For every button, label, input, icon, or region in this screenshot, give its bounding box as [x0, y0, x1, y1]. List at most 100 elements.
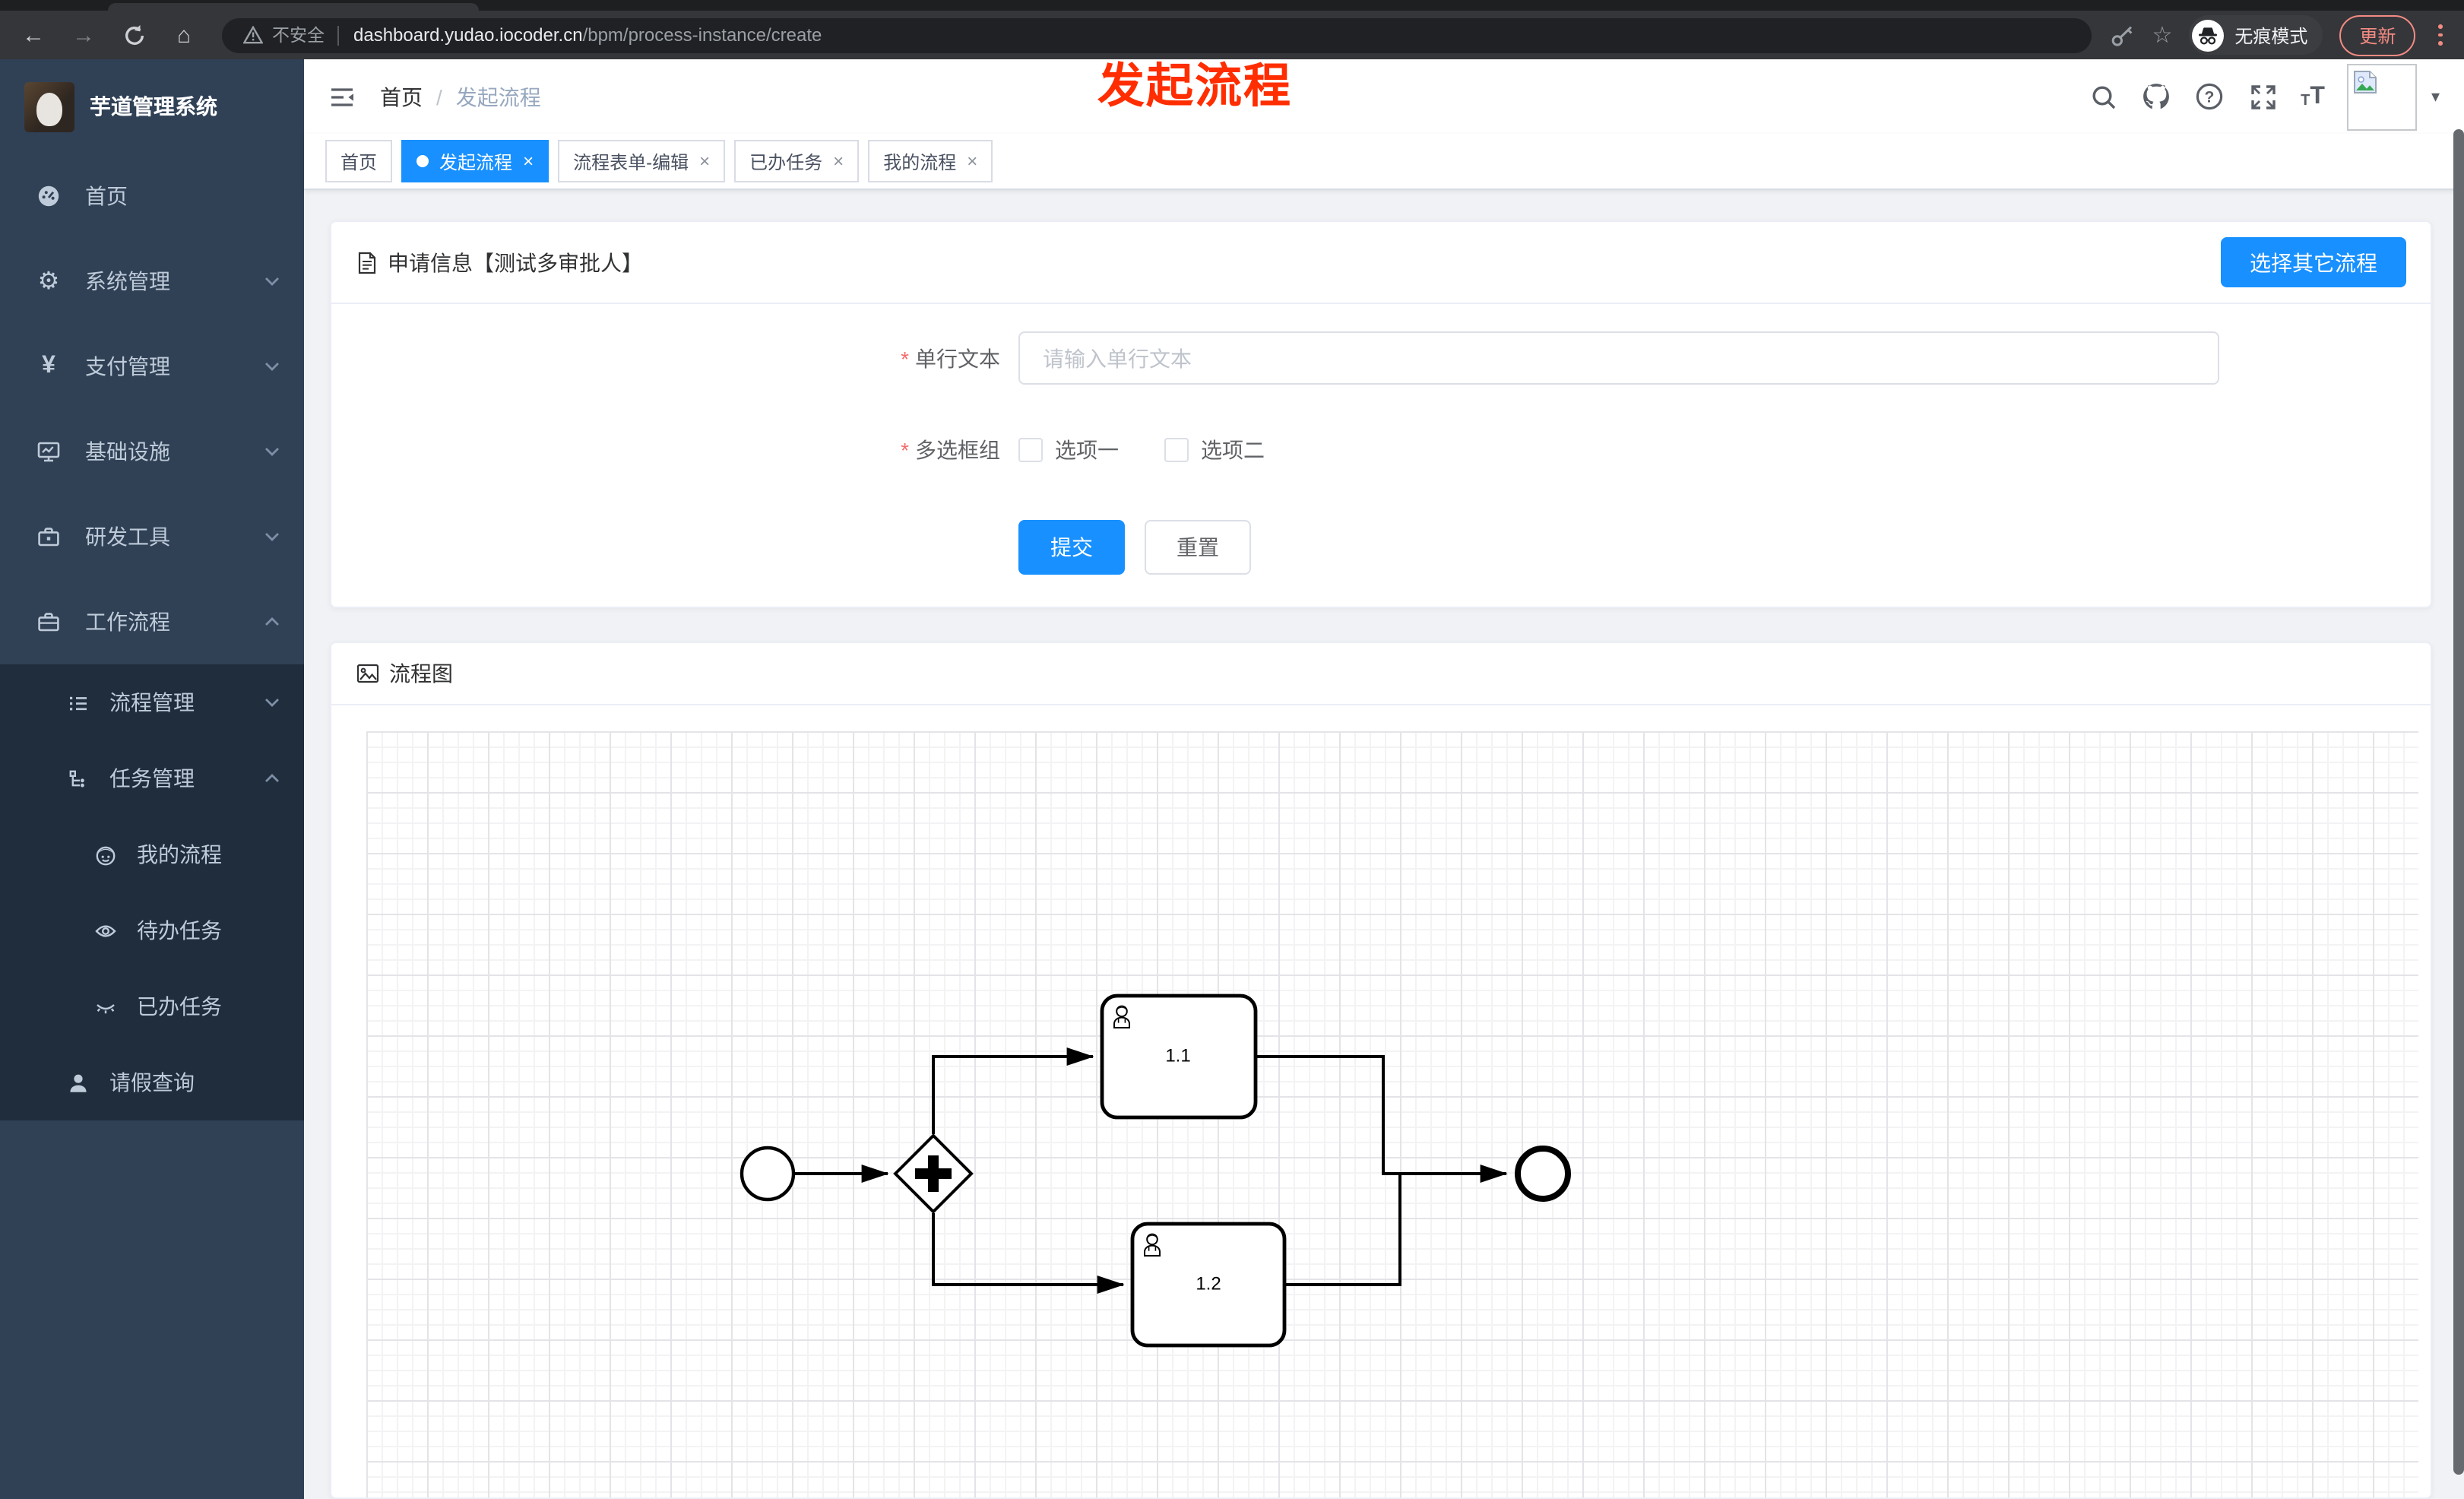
sidebar-item-label: 支付管理 [85, 354, 170, 379]
sidebar-item-label: 请假查询 [109, 1070, 195, 1095]
chevron-down-icon [264, 277, 280, 286]
parallel-gateway[interactable] [893, 1133, 974, 1214]
checkbox-group: 选项一 选项二 [1018, 435, 1265, 465]
search-icon[interactable] [2088, 81, 2118, 112]
caret-down-icon[interactable]: ▾ [2431, 87, 2440, 106]
sidebar-item-label: 任务管理 [109, 766, 195, 791]
sidebar-item-my-process[interactable]: 我的流程 [0, 816, 304, 892]
reload-icon[interactable] [116, 17, 152, 53]
close-icon[interactable]: × [523, 151, 534, 172]
help-icon[interactable]: ? [2194, 81, 2225, 112]
browser-menu-icon[interactable] [2432, 24, 2449, 46]
tags-view: 首页 发起流程 × 流程表单-编辑 × 已办任务 × 我的流程 × [304, 134, 2464, 190]
select-other-process-button[interactable]: 选择其它流程 [2221, 237, 2406, 287]
close-icon[interactable]: × [967, 151, 977, 172]
dashboard-icon [30, 184, 67, 208]
end-event[interactable] [1515, 1146, 1571, 1202]
sidebar-item-payment[interactable]: ¥ 支付管理 [0, 324, 304, 409]
sidebar-item-leave-query[interactable]: 请假查询 [0, 1044, 304, 1120]
chevron-down-icon [264, 447, 280, 456]
workflow-submenu: 流程管理 任务管理 我的流程 待办任务 已办任务 请假查询 [0, 664, 304, 1120]
flow-gateway-to-task1 [932, 1047, 1094, 1134]
checkbox-icon[interactable] [1164, 438, 1189, 462]
url-separator [337, 25, 338, 45]
sidebar-item-task-mgmt[interactable]: 任务管理 [0, 740, 304, 816]
face-icon [88, 843, 122, 866]
tab-home[interactable]: 首页 [325, 140, 393, 182]
browser-tab[interactable] [108, 3, 479, 11]
breadcrumb-home[interactable]: 首页 [380, 81, 423, 112]
app-title: 芋道管理系统 [90, 94, 217, 119]
field-label: * 多选框组 [901, 438, 1000, 462]
svg-text:?: ? [2205, 89, 2215, 106]
flow-task1-to-end [1256, 1055, 1508, 1183]
close-icon[interactable]: × [699, 151, 710, 172]
user-task-1-1[interactable]: 1.1 [1100, 994, 1258, 1120]
card-title: 流程图 [389, 661, 453, 686]
flow-gateway-to-task2 [932, 1213, 1125, 1294]
reset-button[interactable]: 重置 [1145, 520, 1251, 575]
tab-start-process[interactable]: 发起流程 × [401, 140, 549, 182]
sidebar-item-done-tasks[interactable]: 已办任务 [0, 968, 304, 1044]
sidebar-item-label: 研发工具 [85, 524, 170, 549]
sidebar-item-home[interactable]: 首页 [0, 154, 304, 239]
submit-button[interactable]: 提交 [1018, 520, 1125, 575]
chevron-up-icon [264, 617, 280, 626]
github-icon[interactable] [2141, 81, 2171, 112]
sidebar-logo[interactable]: 芋道管理系统 [0, 59, 304, 154]
sidebar-collapse-icon[interactable] [328, 83, 356, 110]
checkbox-option-2[interactable]: 选项二 [1164, 435, 1265, 465]
app-header: 首页 / 发起流程 ? T T ▾ [304, 59, 2464, 134]
sidebar-item-label: 首页 [85, 184, 128, 208]
list-tree-icon [61, 691, 94, 714]
start-event[interactable] [740, 1146, 796, 1202]
forward-icon[interactable]: → [65, 17, 102, 53]
key-icon[interactable] [2109, 22, 2135, 48]
fullscreen-icon[interactable] [2247, 81, 2278, 112]
security-label: 不安全 [272, 27, 325, 46]
sidebar-item-label: 待办任务 [137, 918, 222, 943]
close-icon[interactable]: × [833, 151, 844, 172]
single-line-text-input[interactable] [1018, 331, 2219, 385]
bookmark-star-icon[interactable]: ☆ [2152, 24, 2172, 46]
sidebar-item-infra[interactable]: 基础设施 [0, 409, 304, 494]
required-asterisk: * [901, 346, 909, 370]
sidebar-item-process-mgmt[interactable]: 流程管理 [0, 664, 304, 740]
incognito-badge: 无痕模式 [2189, 15, 2323, 55]
process-diagram-card: 流程图 1.1 1.2 [330, 642, 2432, 1499]
form-body: *单行文本 *多选框组 选项一 [331, 331, 2431, 607]
screen: ← → ⌂ 不安全 dashboard.yudao.iocoder.cn/bpm… [0, 0, 2464, 1499]
eye-open-icon [88, 919, 122, 942]
back-icon[interactable]: ← [15, 17, 52, 53]
avatar[interactable] [2347, 63, 2418, 130]
required-asterisk: * [901, 438, 909, 462]
main-area: 首页 / 发起流程 ? T T ▾ 首页 发起流程 × 流程表单-编辑 × 已办… [304, 59, 2464, 1499]
tab-form-edit[interactable]: 流程表单-编辑 × [558, 140, 726, 182]
sidebar-item-workflow[interactable]: 工作流程 [0, 579, 304, 664]
font-size-icon[interactable]: TT [2301, 84, 2325, 109]
breadcrumb-current: 发起流程 [455, 84, 541, 109]
field-label: * 单行文本 [901, 346, 1000, 370]
home-icon[interactable]: ⌂ [166, 17, 202, 53]
sidebar-item-todo-tasks[interactable]: 待办任务 [0, 892, 304, 968]
update-button[interactable]: 更新 [2339, 14, 2416, 55]
checkbox-icon[interactable] [1018, 438, 1043, 462]
broken-image-icon [2354, 70, 2377, 93]
sidebar-item-devtools[interactable]: 研发工具 [0, 494, 304, 579]
logo-avatar [24, 81, 74, 132]
sidebar-item-system[interactable]: ⚙ 系统管理 [0, 239, 304, 324]
bpmn-canvas[interactable]: 1.1 1.2 [366, 731, 2418, 1497]
warning-icon [243, 26, 263, 44]
scrollbar-thumb[interactable] [2453, 129, 2464, 1475]
monitor-icon [30, 439, 67, 464]
tab-done-tasks[interactable]: 已办任务 × [734, 140, 860, 182]
checkbox-option-1[interactable]: 选项一 [1018, 435, 1119, 465]
browser-tabstrip [0, 0, 2464, 11]
tab-my-process[interactable]: 我的流程 × [868, 140, 993, 182]
annotation-text: 发起流程 [1097, 59, 1292, 113]
sidebar-item-label: 工作流程 [85, 610, 170, 634]
chevron-down-icon [264, 362, 280, 371]
user-task-1-2[interactable]: 1.2 [1130, 1222, 1287, 1348]
card-header: 申请信息【测试多审批人】 选择其它流程 [331, 222, 2431, 304]
page-content: 申请信息【测试多审批人】 选择其它流程 *单行文本 *多选框组 [304, 190, 2464, 1499]
